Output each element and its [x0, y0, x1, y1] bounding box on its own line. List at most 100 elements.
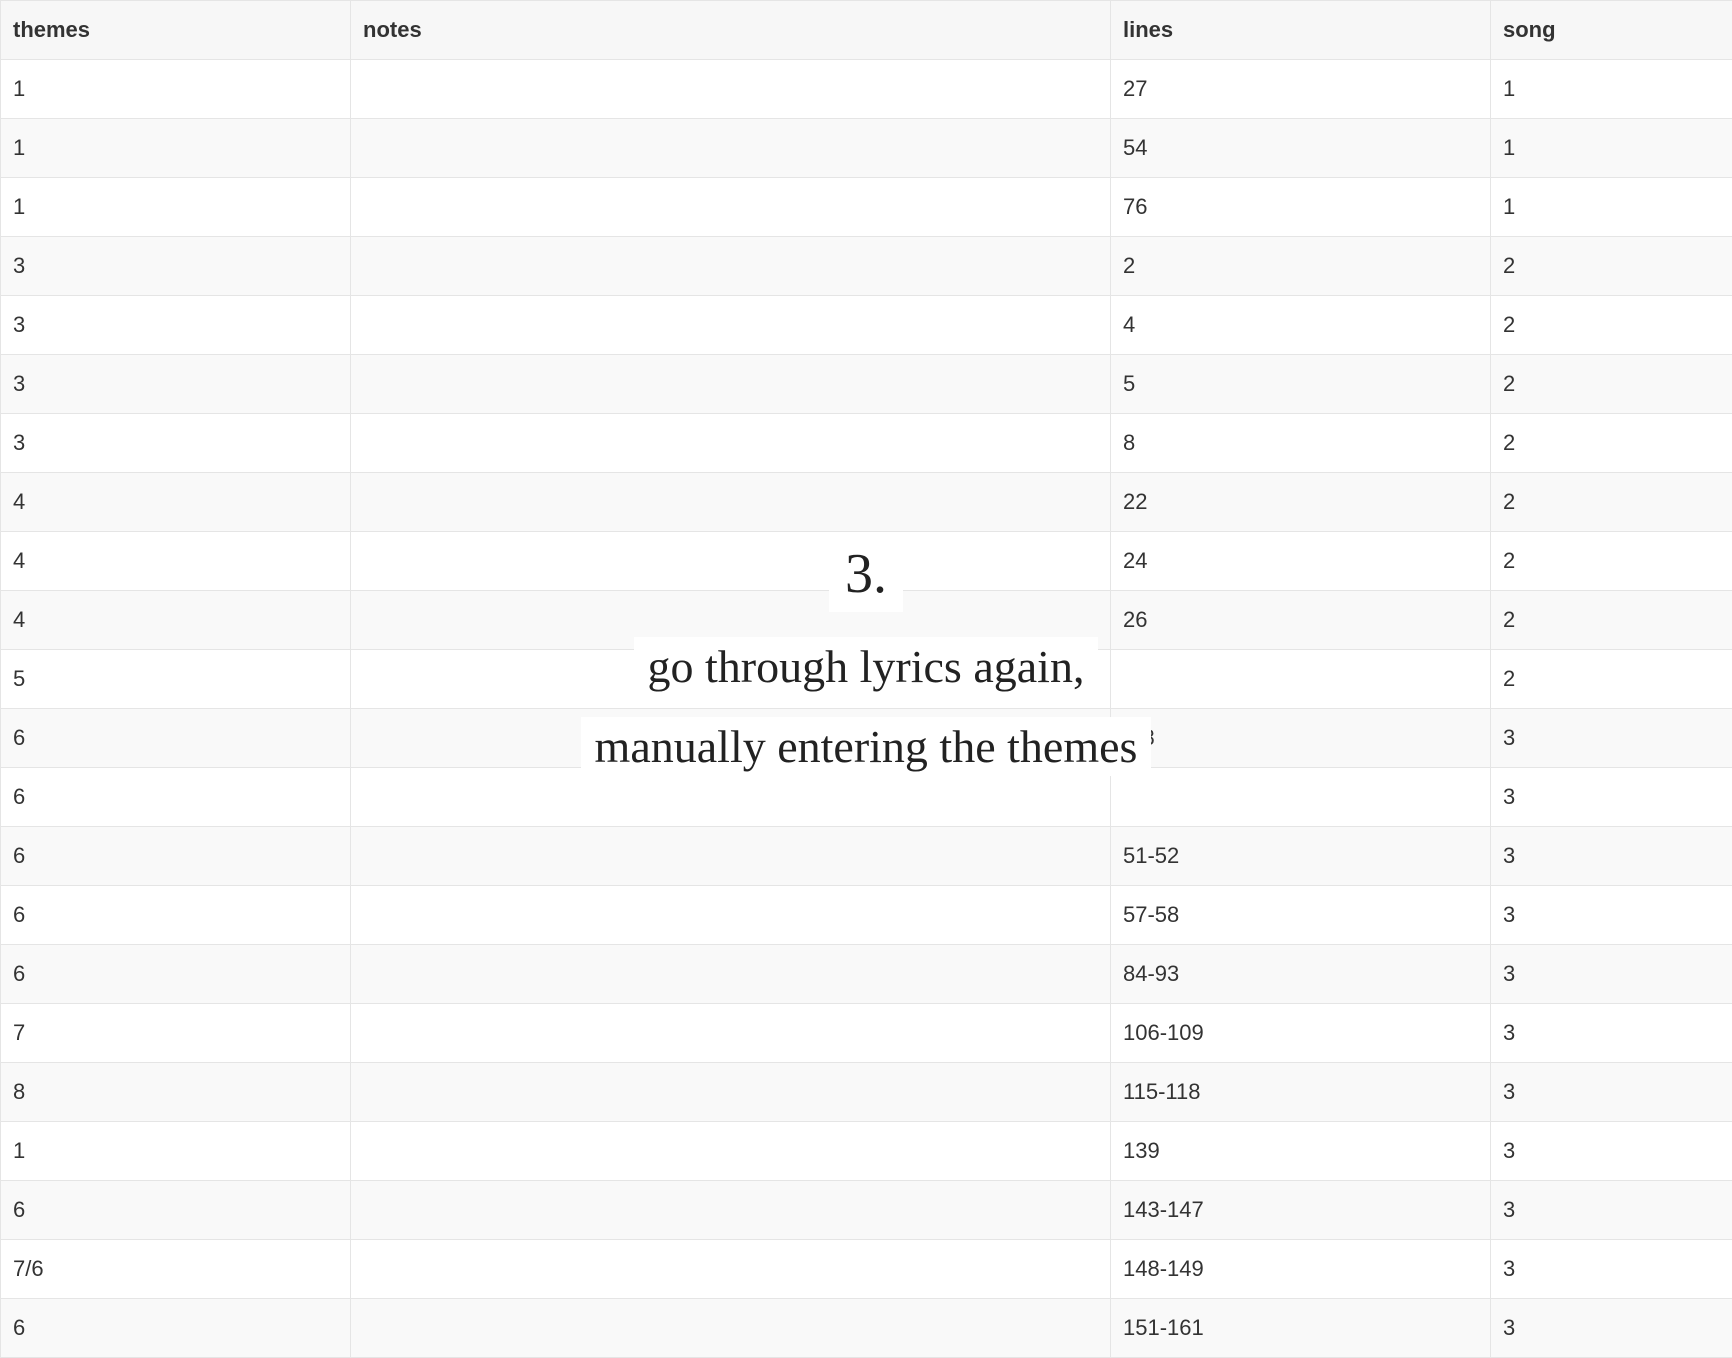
- cell-themes[interactable]: 1: [1, 60, 351, 119]
- cell-lines[interactable]: [1111, 768, 1491, 827]
- table-row[interactable]: 4 242: [1, 532, 1732, 591]
- cell-themes[interactable]: 4: [1, 591, 351, 650]
- cell-song[interactable]: 2: [1491, 650, 1732, 709]
- cell-song[interactable]: 2: [1491, 532, 1732, 591]
- cell-notes[interactable]: [351, 1063, 1111, 1122]
- cell-notes[interactable]: [351, 827, 1111, 886]
- cell-themes[interactable]: 3: [1, 414, 351, 473]
- cell-themes[interactable]: 7/6: [1, 1240, 351, 1299]
- table-row[interactable]: 651-523: [1, 827, 1732, 886]
- cell-lines[interactable]: 4-8: [1111, 709, 1491, 768]
- cell-song[interactable]: 1: [1491, 60, 1732, 119]
- cell-themes[interactable]: 1: [1, 119, 351, 178]
- table-row[interactable]: 1541: [1, 119, 1732, 178]
- cell-song[interactable]: 3: [1491, 945, 1732, 1004]
- cell-notes[interactable]: [351, 1181, 1111, 1240]
- cell-notes[interactable]: [351, 178, 1111, 237]
- cell-song[interactable]: 3: [1491, 709, 1732, 768]
- table-row[interactable]: 6 4-83: [1, 709, 1732, 768]
- cell-notes[interactable]: [351, 119, 1111, 178]
- cell-song[interactable]: 2: [1491, 296, 1732, 355]
- cell-themes[interactable]: 6: [1, 886, 351, 945]
- table-row[interactable]: 3 22: [1, 237, 1732, 296]
- cell-themes[interactable]: 5: [1, 650, 351, 709]
- cell-notes[interactable]: [351, 1122, 1111, 1181]
- cell-lines[interactable]: 8: [1111, 414, 1491, 473]
- table-row[interactable]: 4 262: [1, 591, 1732, 650]
- cell-notes[interactable]: [351, 768, 1111, 827]
- table-row[interactable]: 63: [1, 768, 1732, 827]
- cell-song[interactable]: 2: [1491, 473, 1732, 532]
- cell-song[interactable]: 3: [1491, 1299, 1732, 1358]
- cell-lines[interactable]: 151-161: [1111, 1299, 1491, 1358]
- table-row[interactable]: 1761: [1, 178, 1732, 237]
- col-notes[interactable]: notes: [351, 1, 1111, 60]
- table-row[interactable]: 7106-1093: [1, 1004, 1732, 1063]
- cell-lines[interactable]: 106-109: [1111, 1004, 1491, 1063]
- cell-themes[interactable]: 1: [1, 1122, 351, 1181]
- cell-lines[interactable]: 24: [1111, 532, 1491, 591]
- col-lines[interactable]: lines: [1111, 1, 1491, 60]
- cell-notes[interactable]: [351, 886, 1111, 945]
- cell-song[interactable]: 3: [1491, 768, 1732, 827]
- cell-themes[interactable]: 8: [1, 1063, 351, 1122]
- cell-themes[interactable]: 7: [1, 1004, 351, 1063]
- cell-notes[interactable]: [351, 1004, 1111, 1063]
- cell-themes[interactable]: 6: [1, 827, 351, 886]
- cell-lines[interactable]: 26: [1111, 591, 1491, 650]
- table-row[interactable]: 3 82: [1, 414, 1732, 473]
- cell-lines[interactable]: 115-118: [1111, 1063, 1491, 1122]
- table-row[interactable]: 11393: [1, 1122, 1732, 1181]
- cell-notes[interactable]: [351, 1299, 1111, 1358]
- col-themes[interactable]: themes: [1, 1, 351, 60]
- cell-song[interactable]: 3: [1491, 827, 1732, 886]
- table-row[interactable]: 6 84-933: [1, 945, 1732, 1004]
- cell-song[interactable]: 1: [1491, 119, 1732, 178]
- cell-lines[interactable]: 2: [1111, 237, 1491, 296]
- cell-themes[interactable]: 6: [1, 1181, 351, 1240]
- cell-lines[interactable]: 54: [1111, 119, 1491, 178]
- table-row[interactable]: 6 151-1613: [1, 1299, 1732, 1358]
- cell-themes[interactable]: 3: [1, 355, 351, 414]
- cell-notes[interactable]: [351, 296, 1111, 355]
- cell-song[interactable]: 3: [1491, 1181, 1732, 1240]
- table-row[interactable]: 6 143-1473: [1, 1181, 1732, 1240]
- cell-themes[interactable]: 3: [1, 237, 351, 296]
- table-row[interactable]: 52: [1, 650, 1732, 709]
- table-row[interactable]: 1271: [1, 60, 1732, 119]
- cell-lines[interactable]: 76: [1111, 178, 1491, 237]
- table-row[interactable]: 352: [1, 355, 1732, 414]
- cell-lines[interactable]: 143-147: [1111, 1181, 1491, 1240]
- table-row[interactable]: 342: [1, 296, 1732, 355]
- cell-song[interactable]: 2: [1491, 591, 1732, 650]
- table-row[interactable]: 4222: [1, 473, 1732, 532]
- cell-lines[interactable]: 148-149: [1111, 1240, 1491, 1299]
- table-row[interactable]: 8115-1183: [1, 1063, 1732, 1122]
- cell-song[interactable]: 2: [1491, 414, 1732, 473]
- cell-notes[interactable]: [351, 532, 1111, 591]
- cell-notes[interactable]: [351, 945, 1111, 1004]
- cell-notes[interactable]: [351, 355, 1111, 414]
- cell-song[interactable]: 3: [1491, 1122, 1732, 1181]
- cell-notes[interactable]: [351, 709, 1111, 768]
- cell-lines[interactable]: 27: [1111, 60, 1491, 119]
- cell-themes[interactable]: 6: [1, 709, 351, 768]
- cell-themes[interactable]: 6: [1, 768, 351, 827]
- cell-notes[interactable]: [351, 473, 1111, 532]
- cell-notes[interactable]: [351, 650, 1111, 709]
- cell-notes[interactable]: [351, 591, 1111, 650]
- cell-lines[interactable]: [1111, 650, 1491, 709]
- col-song[interactable]: song: [1491, 1, 1732, 60]
- cell-song[interactable]: 2: [1491, 237, 1732, 296]
- cell-song[interactable]: 3: [1491, 886, 1732, 945]
- cell-themes[interactable]: 4: [1, 532, 351, 591]
- cell-notes[interactable]: [351, 414, 1111, 473]
- cell-notes[interactable]: [351, 60, 1111, 119]
- cell-song[interactable]: 2: [1491, 355, 1732, 414]
- cell-lines[interactable]: 57-58: [1111, 886, 1491, 945]
- cell-themes[interactable]: 6: [1, 945, 351, 1004]
- cell-song[interactable]: 3: [1491, 1240, 1732, 1299]
- cell-themes[interactable]: 3: [1, 296, 351, 355]
- cell-themes[interactable]: 6: [1, 1299, 351, 1358]
- cell-lines[interactable]: 84-93: [1111, 945, 1491, 1004]
